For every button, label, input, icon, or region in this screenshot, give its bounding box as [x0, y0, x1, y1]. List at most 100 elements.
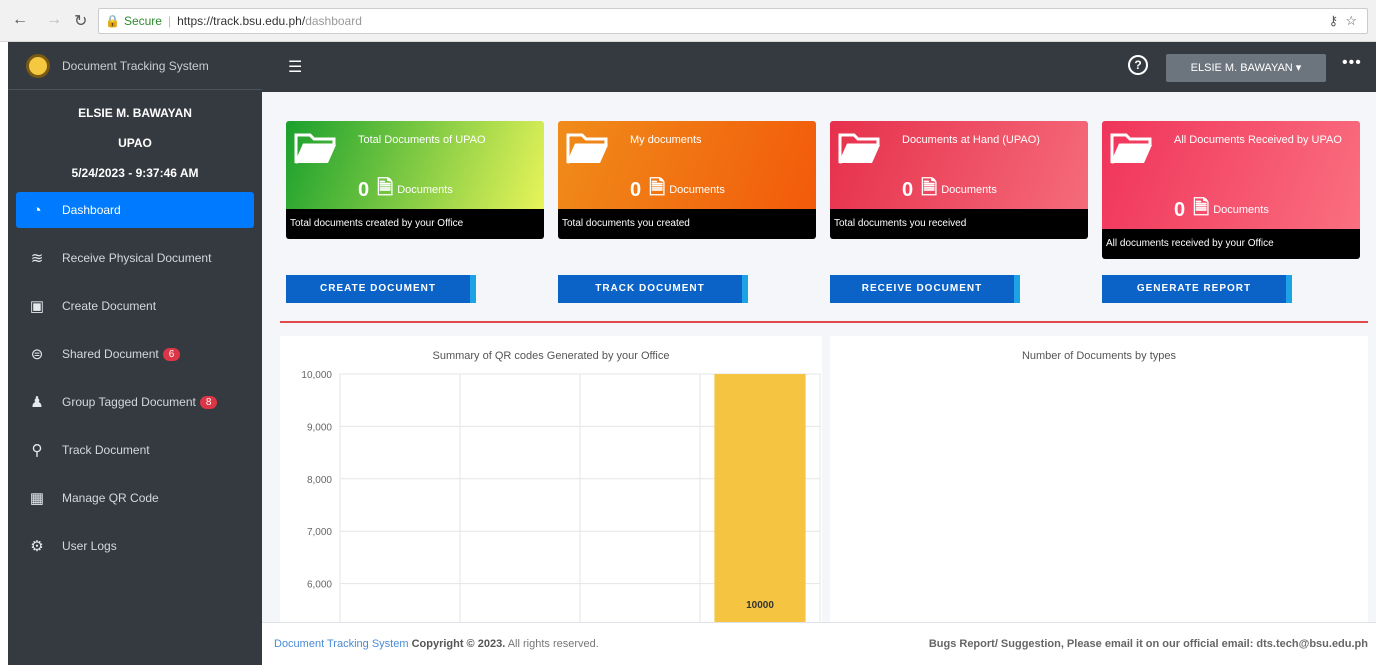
- sidebar-item-label: Receive Physical Document: [62, 251, 212, 265]
- folder-open-icon: [838, 133, 880, 164]
- y-tick-label: 9,000: [307, 422, 332, 433]
- card-title: All Documents Received by UPAO: [1174, 134, 1342, 146]
- cogs-icon: ⚙: [30, 538, 44, 555]
- card-my-documents[interactable]: My documents 0 🗎 Documents Total documents…: [558, 121, 816, 239]
- university-logo-icon: [26, 53, 50, 78]
- group-tagged-count-badge: 8: [199, 395, 218, 409]
- sidebar-item-label: Create Document: [62, 299, 157, 313]
- sidebar-item-label: Dashboard: [62, 203, 121, 217]
- receive-document-button[interactable]: RECEIVE DOCUMENT: [830, 275, 1020, 303]
- sidebar-item-track-document[interactable]: ⚲ Track Document: [16, 432, 254, 468]
- footer-app-link[interactable]: Document Tracking System: [274, 638, 409, 650]
- sidebar-menu: ◔ Dashboard ≋ Receive Physical Document …: [8, 192, 262, 564]
- qr-summary-chart-panel: Summary of QR codes Generated by your Of…: [280, 336, 822, 622]
- qr-icon: ▦: [29, 490, 45, 507]
- group-icon: ♟: [30, 394, 44, 411]
- footer-copyright: Copyright © 2023.: [411, 638, 506, 650]
- sidebar-item-label: Group Tagged Document: [62, 395, 196, 409]
- folder-open-icon: [566, 133, 608, 164]
- card-title: My documents: [630, 134, 702, 146]
- shared-icon: ⊜: [30, 346, 44, 363]
- y-tick-label: 6,000: [307, 580, 332, 591]
- card-title: Documents at Hand (UPAO): [902, 134, 1040, 146]
- brand-link[interactable]: Document Tracking System: [8, 42, 262, 90]
- sidebar-item-manage-qr-code[interactable]: ▦ Manage QR Code: [16, 480, 254, 516]
- bar[interactable]: [714, 374, 806, 622]
- sidebar-item-shared-document[interactable]: ⊜ Shared Document 6: [16, 336, 254, 372]
- dashboard-content: Total Documents of UPAO 0 🗎 Documents Tota…: [262, 92, 1376, 622]
- star-icon[interactable]: ☆: [1345, 13, 1357, 28]
- lock-icon: 🔒: [105, 14, 120, 28]
- card-header: Documents at Hand (UPAO) 0 🗎 Documents: [830, 121, 1088, 209]
- card-footer: Total documents created by your Office: [286, 209, 544, 239]
- sidebar-item-create-document[interactable]: ▣ Create Document: [16, 288, 254, 324]
- folder-open-icon: [294, 133, 336, 164]
- current-datetime: 5/24/2023 - 9:37:46 AM: [71, 166, 199, 180]
- search-icon: ⚲: [31, 442, 43, 459]
- sidebar-item-group-tagged-document[interactable]: ♟ Group Tagged Document 8: [16, 384, 254, 420]
- card-title: Total Documents of UPAO: [358, 134, 486, 146]
- folder-plus-icon: ▣: [29, 298, 45, 315]
- folder-open-icon: [1110, 133, 1152, 164]
- address-bar[interactable]: 🔒 Secure | https://track.bsu.edu.ph/dashboa…: [98, 8, 1368, 34]
- back-icon[interactable]: ←: [12, 11, 28, 29]
- card-header: All Documents Received by UPAO 0 🗎 Documen…: [1102, 121, 1360, 229]
- user-office: UPAO: [118, 136, 152, 150]
- card-count: 0 🗎 Documents: [902, 173, 997, 207]
- track-document-button[interactable]: TRACK DOCUMENT: [558, 275, 748, 303]
- dashboard-icon: ◔: [32, 201, 42, 219]
- qr-summary-chart: 10,0009,0008,0007,0006,0005,00010000: [301, 370, 821, 622]
- card-header: Total Documents of UPAO 0 🗎 Documents: [286, 121, 544, 209]
- sidebar-item-label: User Logs: [62, 539, 117, 553]
- brand-title: Document Tracking System: [62, 58, 209, 73]
- y-tick-label: 10,000: [301, 370, 332, 381]
- sidebar-item-user-logs[interactable]: ⚙ User Logs: [16, 528, 254, 564]
- user-panel: ELSIE M. BAWAYAN UPAO 5/24/2023 - 9:37:4…: [8, 90, 262, 188]
- browser-toolbar: ← → ↻ 🔒 Secure | https://track.bsu.edu.ph/d…: [0, 0, 1376, 42]
- sidebar-item-dashboard[interactable]: ◔ Dashboard: [16, 192, 254, 228]
- card-count: 0 🗎 Documents: [630, 173, 725, 207]
- user-name: ELSIE M. BAWAYAN: [78, 106, 192, 120]
- bar-data-label: 10000: [746, 600, 774, 611]
- footer-rights: All rights reserved.: [507, 638, 599, 650]
- sidebar-item-label: Track Document: [62, 443, 150, 457]
- card-count: 0 🗎 Documents: [358, 173, 453, 207]
- url-host: https://track.bsu.edu.ph/: [177, 14, 306, 28]
- card-total-documents[interactable]: Total Documents of UPAO 0 🗎 Documents Tota…: [286, 121, 544, 239]
- top-navbar: ☰ ? ELSIE M. BAWAYAN ▾ •••: [262, 42, 1376, 92]
- sidebar-item-receive-physical-document[interactable]: ≋ Receive Physical Document: [16, 240, 254, 276]
- card-footer: Total documents you received: [830, 209, 1088, 239]
- card-count: 0 🗎 Documents: [1174, 193, 1269, 227]
- receive-icon: ≋: [30, 250, 44, 267]
- y-tick-label: 8,000: [307, 475, 332, 486]
- reload-icon[interactable]: ↻: [74, 11, 87, 31]
- secure-label: Secure: [123, 14, 162, 28]
- sidebar-item-label: Manage QR Code: [62, 491, 159, 505]
- y-tick-label: 7,000: [307, 527, 332, 538]
- menu-toggle-icon[interactable]: ☰: [288, 57, 302, 77]
- section-divider: [280, 321, 1368, 323]
- more-options-icon[interactable]: •••: [1342, 54, 1362, 72]
- sidebar: Document Tracking System ELSIE M. BAWAYA…: [8, 42, 262, 665]
- document-icon: 🗎: [921, 177, 938, 199]
- document-icon: 🗎: [649, 177, 666, 199]
- document-icon: 🗎: [1193, 197, 1210, 219]
- forward-icon[interactable]: →: [46, 11, 62, 29]
- sidebar-item-label: Shared Document: [62, 347, 159, 361]
- card-footer: All documents received by your Office: [1102, 229, 1360, 259]
- card-all-documents-received[interactable]: All Documents Received by UPAO 0 🗎 Documen…: [1102, 121, 1360, 259]
- generate-report-button[interactable]: GENERATE REPORT: [1102, 275, 1292, 303]
- user-dropdown-button[interactable]: ELSIE M. BAWAYAN ▾: [1166, 54, 1326, 82]
- card-header: My documents 0 🗎 Documents: [558, 121, 816, 209]
- url-path: dashboard: [305, 14, 362, 28]
- shared-count-badge: 6: [162, 347, 181, 361]
- key-icon[interactable]: ⚷: [1329, 13, 1339, 28]
- chart-title: Number of Documents by types: [1021, 350, 1177, 362]
- help-icon[interactable]: ?: [1128, 55, 1148, 75]
- document-icon: 🗎: [377, 177, 394, 199]
- document-types-chart-panel: Number of Documents by types: [830, 336, 1368, 622]
- footer-contact: Bugs Report/ Suggestion, Please email it…: [928, 638, 1368, 650]
- page-footer: Document Tracking System Copyright © 202…: [262, 622, 1376, 665]
- card-documents-at-hand[interactable]: Documents at Hand (UPAO) 0 🗎 Documents Tot…: [830, 121, 1088, 239]
- create-document-button[interactable]: CREATE DOCUMENT: [286, 275, 476, 303]
